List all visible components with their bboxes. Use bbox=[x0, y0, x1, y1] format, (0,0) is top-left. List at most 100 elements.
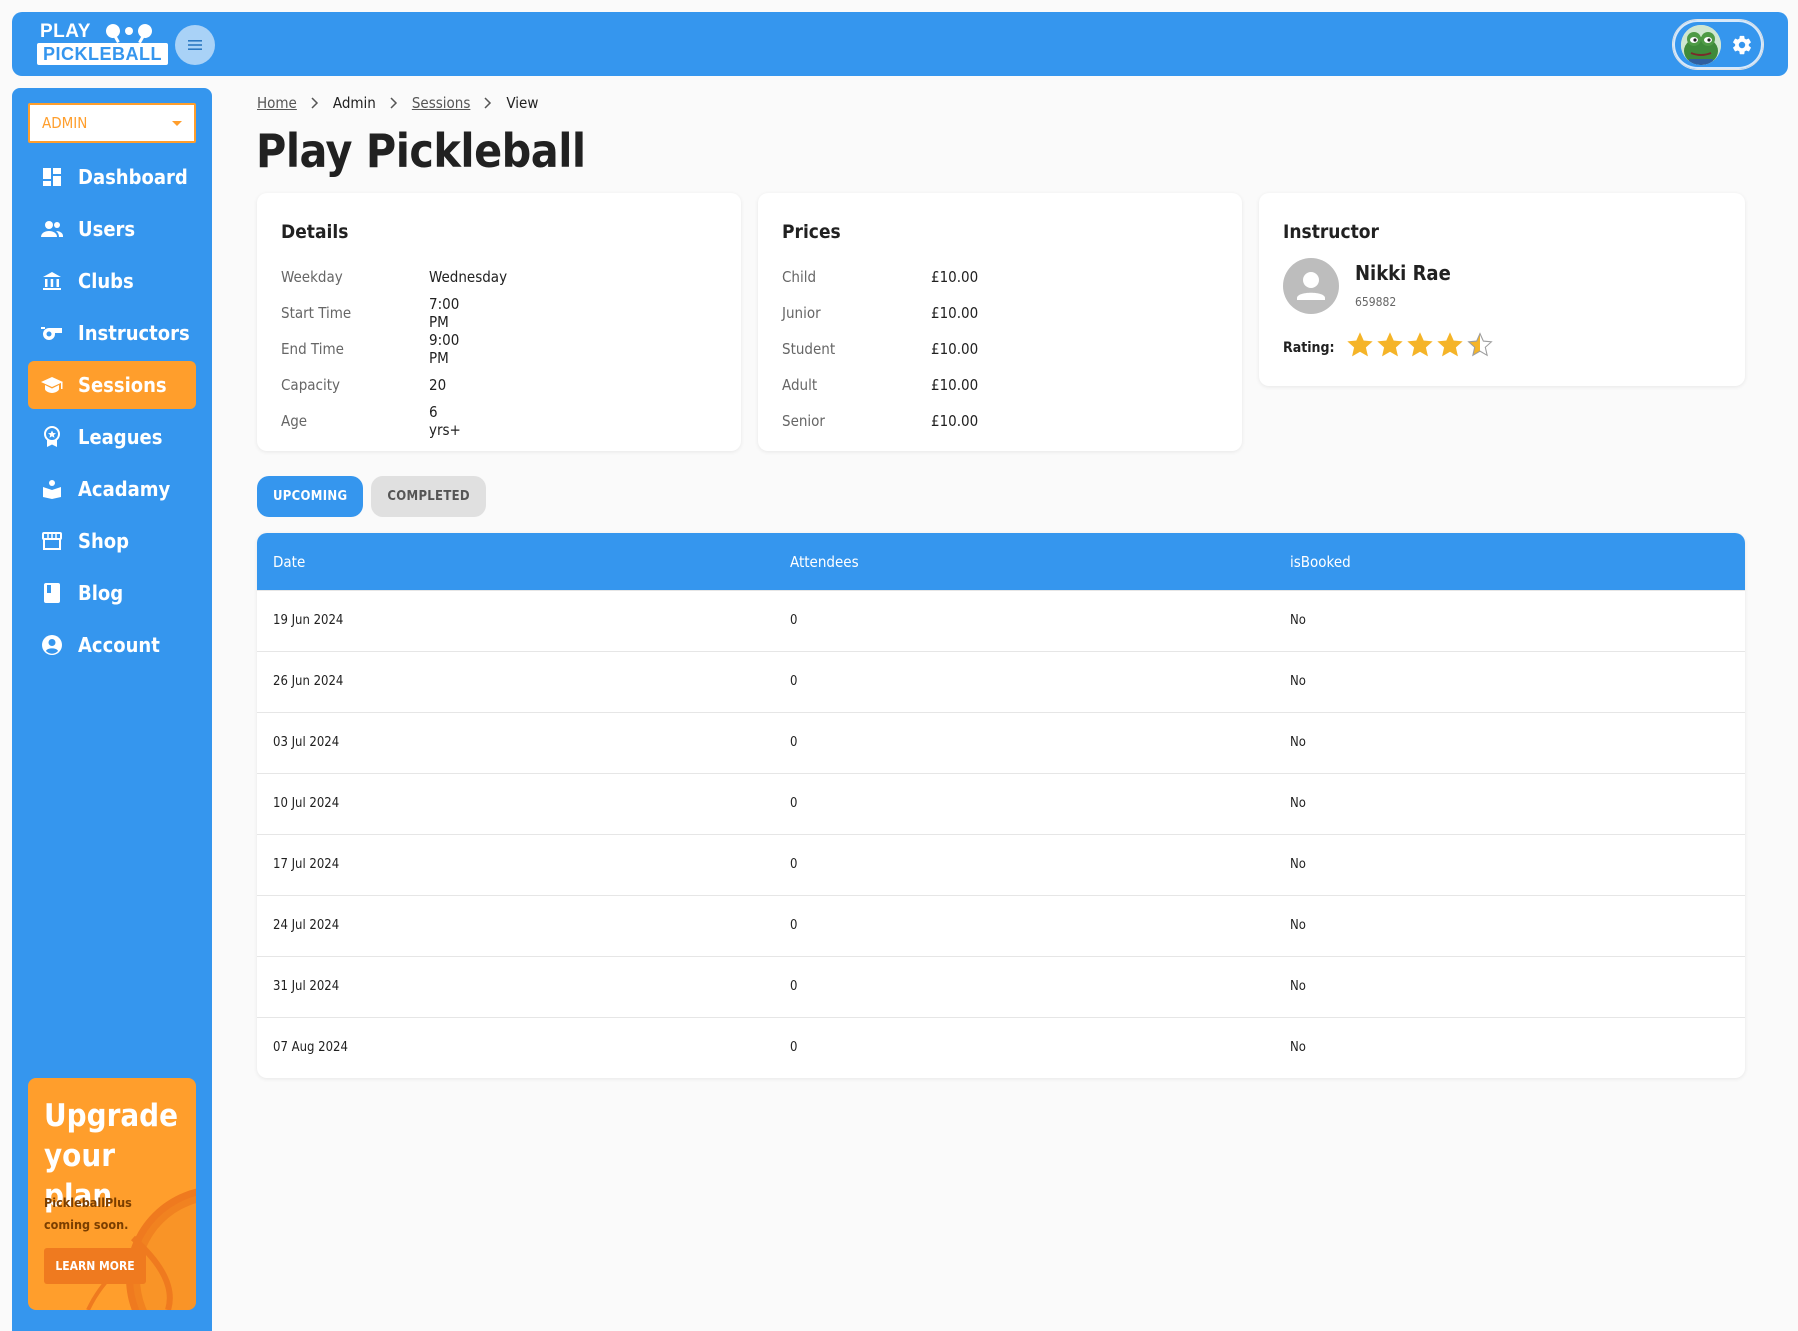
prices-card: Prices Child £10.00 Junior £10.00 Student £… bbox=[758, 193, 1242, 451]
sidebar-item-leagues[interactable]: Leagues bbox=[28, 413, 196, 461]
details-row: Capacity 20 bbox=[281, 367, 446, 403]
role-select[interactable]: ADMIN bbox=[28, 103, 196, 143]
sidebar-item-blog[interactable]: Blog bbox=[28, 569, 196, 617]
breadcrumb-admin: Admin bbox=[332, 94, 376, 112]
gear-icon[interactable] bbox=[1731, 34, 1753, 56]
details-card: Details Weekday Wednesday Start Time 7:00 … bbox=[257, 193, 741, 451]
breadcrumb: Home Admin Sessions View bbox=[257, 93, 538, 113]
sidebar-item-label: Instructors bbox=[78, 321, 190, 345]
price-label: Child bbox=[782, 268, 817, 286]
cell-date: 31 Jul 2024 bbox=[273, 979, 340, 994]
cell-booked: No bbox=[1290, 1040, 1306, 1055]
price-label: Junior bbox=[782, 304, 821, 322]
dashboard-icon bbox=[41, 166, 63, 188]
star-icon bbox=[1347, 332, 1373, 357]
details-value: 20 bbox=[429, 376, 447, 394]
sidebar-item-users[interactable]: Users bbox=[28, 205, 196, 253]
star-icon bbox=[1377, 332, 1403, 357]
table-row[interactable]: 10 Jul 2024 0 No bbox=[257, 773, 1745, 834]
cell-booked: No bbox=[1290, 918, 1306, 933]
paddles-icon bbox=[106, 24, 152, 44]
graduation-cap-icon bbox=[41, 374, 63, 396]
upgrade-text: PickleballPlus coming soon. bbox=[44, 1195, 132, 1232]
details-value: 9:00 PM bbox=[429, 331, 460, 367]
details-value: 6 yrs+ bbox=[429, 403, 461, 439]
table-header: Date Attendees isBooked bbox=[257, 533, 1745, 590]
sidebar-item-label: Dashboard bbox=[78, 165, 188, 189]
play-pickleball-logo[interactable]: PLAY PICKLEBALL bbox=[37, 22, 169, 68]
sidebar-item-account[interactable]: Account bbox=[28, 621, 196, 669]
page-title: Play Pickleball bbox=[256, 124, 586, 178]
account-circle-icon bbox=[41, 634, 63, 656]
column-header-booked[interactable]: isBooked bbox=[1290, 553, 1351, 571]
table-row[interactable]: 07 Aug 2024 0 No bbox=[257, 1017, 1745, 1078]
details-label: Start Time bbox=[281, 304, 352, 322]
sidebar-item-label: Account bbox=[78, 633, 160, 657]
whistle-icon bbox=[41, 322, 63, 344]
cell-booked: No bbox=[1290, 674, 1306, 689]
instructor-avatar bbox=[1283, 258, 1339, 314]
cell-attendees: 0 bbox=[790, 674, 798, 689]
chevron-right-icon bbox=[484, 97, 492, 109]
star-icon bbox=[1467, 332, 1493, 357]
breadcrumb-home[interactable]: Home bbox=[257, 94, 297, 112]
cell-booked: No bbox=[1290, 979, 1306, 994]
sidebar-item-shop[interactable]: Shop bbox=[28, 517, 196, 565]
sidebar-item-dashboard[interactable]: Dashboard bbox=[28, 153, 196, 201]
upgrade-plan-card: Upgrade your plan PickleballPlus coming … bbox=[28, 1078, 196, 1310]
table-row[interactable]: 03 Jul 2024 0 No bbox=[257, 712, 1745, 773]
award-icon bbox=[41, 426, 63, 448]
sidebar-nav: Dashboard Users Clubs Instructors Sessio… bbox=[28, 153, 196, 673]
column-header-attendees[interactable]: Attendees bbox=[790, 553, 859, 571]
details-heading: Details bbox=[281, 221, 349, 243]
details-label: Age bbox=[281, 412, 308, 430]
breadcrumb-current: View bbox=[506, 94, 539, 112]
star-rating bbox=[1347, 332, 1493, 358]
logo-line-2: PICKLEBALL bbox=[37, 43, 168, 65]
table-row[interactable]: 17 Jul 2024 0 No bbox=[257, 834, 1745, 895]
cell-attendees: 0 bbox=[790, 979, 798, 994]
table-row[interactable]: 26 Jun 2024 0 No bbox=[257, 651, 1745, 712]
cell-attendees: 0 bbox=[790, 613, 798, 628]
price-value: £10.00 bbox=[931, 268, 979, 286]
chevron-right-icon bbox=[311, 97, 319, 109]
table-row[interactable]: 31 Jul 2024 0 No bbox=[257, 956, 1745, 1017]
cell-date: 03 Jul 2024 bbox=[273, 735, 340, 750]
prices-heading: Prices bbox=[782, 221, 841, 243]
menu-icon bbox=[188, 40, 202, 50]
details-row: End Time 9:00 PM bbox=[281, 331, 459, 367]
menu-toggle-button[interactable] bbox=[175, 25, 215, 65]
sidebar-item-academy[interactable]: Acadamy bbox=[28, 465, 196, 513]
sidebar-item-label: Blog bbox=[78, 581, 124, 605]
cell-attendees: 0 bbox=[790, 1040, 798, 1055]
instructor-card: Instructor Nikki Rae 659882 Rating: bbox=[1259, 193, 1745, 386]
price-value: £10.00 bbox=[931, 412, 979, 430]
sidebar-item-clubs[interactable]: Clubs bbox=[28, 257, 196, 305]
cell-attendees: 0 bbox=[790, 918, 798, 933]
tab-completed[interactable]: COMPLETED bbox=[371, 476, 486, 517]
top-app-bar: PLAY PICKLEBALL bbox=[12, 12, 1788, 76]
tab-upcoming[interactable]: UPCOMING bbox=[257, 476, 364, 517]
learn-more-button[interactable]: LEARN MORE bbox=[44, 1248, 146, 1284]
cell-attendees: 0 bbox=[790, 796, 798, 811]
frog-avatar-icon bbox=[1681, 25, 1721, 65]
star-icon bbox=[1437, 332, 1463, 357]
price-label: Student bbox=[782, 340, 836, 358]
academy-icon bbox=[41, 478, 63, 500]
breadcrumb-sessions[interactable]: Sessions bbox=[412, 94, 471, 112]
table-row[interactable]: 19 Jun 2024 0 No bbox=[257, 590, 1745, 651]
column-header-date[interactable]: Date bbox=[273, 553, 305, 571]
users-icon bbox=[41, 218, 63, 240]
cell-date: 24 Jul 2024 bbox=[273, 918, 340, 933]
profile-menu-button[interactable] bbox=[1672, 19, 1764, 70]
sidebar-item-label: Clubs bbox=[78, 269, 134, 293]
sidebar-item-instructors[interactable]: Instructors bbox=[28, 309, 196, 357]
session-tabs: UPCOMING COMPLETED bbox=[257, 476, 486, 517]
instructor-name[interactable]: Nikki Rae bbox=[1355, 261, 1451, 285]
sidebar-item-sessions[interactable]: Sessions bbox=[28, 361, 196, 409]
price-label: Senior bbox=[782, 412, 825, 430]
cell-date: 17 Jul 2024 bbox=[273, 857, 340, 872]
cell-booked: No bbox=[1290, 613, 1306, 628]
table-row[interactable]: 24 Jul 2024 0 No bbox=[257, 895, 1745, 956]
details-value: Wednesday bbox=[429, 268, 508, 286]
